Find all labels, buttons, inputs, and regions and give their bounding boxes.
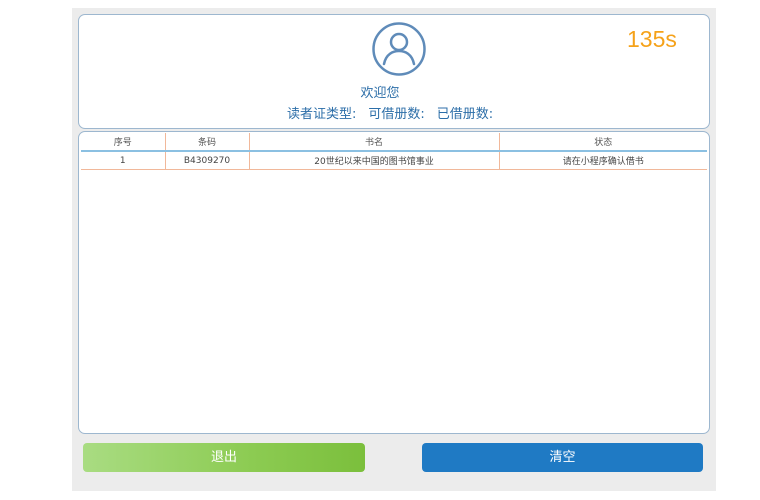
- borrowable-count-label: 可借册数:: [368, 107, 425, 122]
- countdown-timer: 135s: [627, 26, 677, 52]
- clear-button[interactable]: 清空: [422, 443, 703, 472]
- welcome-text: 欢迎您: [360, 86, 400, 101]
- column-header-index: 序号: [81, 133, 166, 152]
- reader-info-line: 读者证类型: 可借册数: 已借册数:: [287, 103, 505, 122]
- book-list-panel: 序号 条码 书名 状态 1 B4309270 20世纪以来中国的图书馆事业 请在…: [78, 131, 710, 434]
- column-header-status: 状态: [499, 133, 707, 152]
- card-type-label: 读者证类型:: [287, 107, 357, 122]
- cell-status: 请在小程序确认借书: [499, 151, 707, 170]
- column-header-title: 书名: [249, 133, 500, 152]
- cell-barcode: B4309270: [165, 151, 250, 170]
- cell-title: 20世纪以来中国的图书馆事业: [249, 151, 500, 170]
- table-header-row: 序号 条码 书名 状态: [81, 133, 707, 152]
- column-header-barcode: 条码: [165, 133, 250, 152]
- book-table: 序号 条码 书名 状态 1 B4309270 20世纪以来中国的图书馆事业 请在…: [81, 133, 707, 170]
- user-avatar-icon: [372, 22, 426, 76]
- cell-index: 1: [81, 151, 166, 170]
- exit-button[interactable]: 退出: [83, 443, 365, 472]
- borrowed-count-label: 已借册数:: [436, 107, 494, 122]
- table-row[interactable]: 1 B4309270 20世纪以来中国的图书馆事业 请在小程序确认借书: [81, 151, 707, 170]
